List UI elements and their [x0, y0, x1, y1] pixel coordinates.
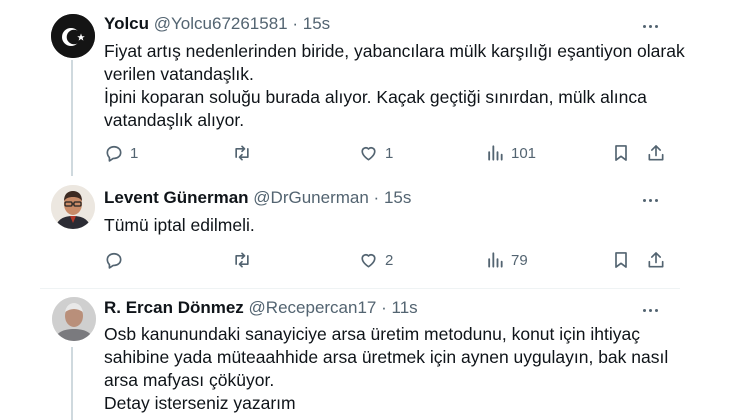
- timestamp[interactable]: 15s: [303, 14, 330, 33]
- reply-button[interactable]: [104, 248, 130, 272]
- tweet-text-line: İpini koparan soluğu burada alıyor. Kaça…: [104, 87, 647, 107]
- retweet-button[interactable]: [231, 141, 259, 165]
- reply-icon: [106, 145, 122, 162]
- tweet-ercan-donmez[interactable]: R. Ercan Dönmez @Recepercan17 · 11s Osb …: [0, 289, 730, 420]
- bookmark-icon: [615, 145, 627, 161]
- user-handle[interactable]: @DrGunerman: [253, 188, 369, 207]
- like-button[interactable]: 2: [358, 248, 393, 272]
- timestamp[interactable]: 11s: [392, 298, 418, 317]
- tweet-yolcu[interactable]: Yolcu @Yolcu67261581 · 15s Fiyat artış n…: [0, 0, 730, 178]
- tweet-text: Fiyat artış nedenlerinden biride, yabanc…: [104, 40, 704, 132]
- tweet-text-line: vatandaşlık alıyor.: [104, 110, 245, 130]
- avatar[interactable]: [52, 297, 96, 341]
- share-icon: [648, 145, 664, 161]
- retweet-icon: [235, 252, 249, 268]
- user-handle[interactable]: @Yolcu67261581: [154, 14, 288, 33]
- view-count: 101: [511, 144, 537, 162]
- separator-dot: ·: [292, 14, 299, 33]
- profile-photo-icon: [52, 297, 96, 341]
- crescent-star-icon: [51, 14, 95, 58]
- separator-dot: ·: [373, 188, 380, 207]
- timestamp[interactable]: 15s: [384, 188, 411, 207]
- retweet-icon: [235, 145, 249, 161]
- display-name[interactable]: R. Ercan Dönmez: [104, 298, 244, 317]
- thread-line: [71, 347, 73, 420]
- like-button[interactable]: 1: [358, 141, 393, 165]
- tweet-text: Tümü iptal edilmeli.: [104, 214, 704, 237]
- share-icon: [648, 252, 664, 268]
- heart-icon: [361, 146, 376, 161]
- display-name[interactable]: Yolcu: [104, 14, 149, 33]
- views-icon: [488, 252, 503, 268]
- views-icon: [488, 145, 503, 161]
- like-count: 1: [385, 144, 394, 162]
- tweet-text-line: sahibine yada müteaahhide arsa üretmek i…: [104, 347, 669, 367]
- reply-icon: [106, 252, 122, 269]
- tweet-header: Yolcu @Yolcu67261581 · 15s: [104, 14, 330, 34]
- tweet-text-line: Detay isterseniz yazarım: [104, 393, 296, 413]
- reply-button[interactable]: 1: [104, 141, 138, 165]
- like-count: 2: [385, 251, 394, 269]
- share-button[interactable]: [646, 141, 666, 165]
- bookmark-button[interactable]: [611, 141, 631, 165]
- user-handle[interactable]: @Recepercan17: [249, 298, 377, 317]
- more-icon[interactable]: [640, 16, 660, 36]
- bookmark-button[interactable]: [611, 248, 631, 272]
- views-button[interactable]: 79: [485, 248, 528, 272]
- tweet-levent-gunerman[interactable]: Levent Günerman @DrGunerman · 15s Tümü i…: [0, 178, 730, 288]
- tweet-text-line: arsa mafyası çöküyor.: [104, 370, 275, 390]
- avatar[interactable]: [51, 185, 95, 229]
- avatar[interactable]: [51, 14, 95, 58]
- more-icon[interactable]: [640, 300, 660, 320]
- tweet-text-line: verilen vatandaşlık.: [104, 64, 254, 84]
- display-name[interactable]: Levent Günerman: [104, 188, 249, 207]
- reply-count: 1: [130, 144, 139, 162]
- share-button[interactable]: [646, 248, 666, 272]
- tweet-header: Levent Günerman @DrGunerman · 15s: [104, 188, 411, 208]
- tweet-header: R. Ercan Dönmez @Recepercan17 · 11s: [104, 298, 418, 318]
- view-count: 79: [511, 251, 528, 269]
- more-icon[interactable]: [640, 190, 660, 210]
- thread-line: [71, 60, 73, 176]
- profile-photo-icon: [51, 185, 95, 229]
- tweet-text-line: Tümü iptal edilmeli.: [104, 215, 255, 235]
- action-bar: 1 1 101: [104, 141, 669, 165]
- separator-dot: ·: [381, 298, 387, 317]
- views-button[interactable]: 101: [485, 141, 536, 165]
- tweet-text: Osb kanunundaki sanayiciye arsa üretim m…: [104, 323, 704, 415]
- retweet-button[interactable]: [231, 248, 259, 272]
- bookmark-icon: [615, 252, 627, 268]
- tweet-text-line: Fiyat artış nedenlerinden biride, yabanc…: [104, 41, 685, 61]
- heart-icon: [361, 253, 376, 268]
- action-bar: 2 79: [104, 248, 669, 272]
- tweet-text-line: Osb kanunundaki sanayiciye arsa üretim m…: [104, 324, 640, 344]
